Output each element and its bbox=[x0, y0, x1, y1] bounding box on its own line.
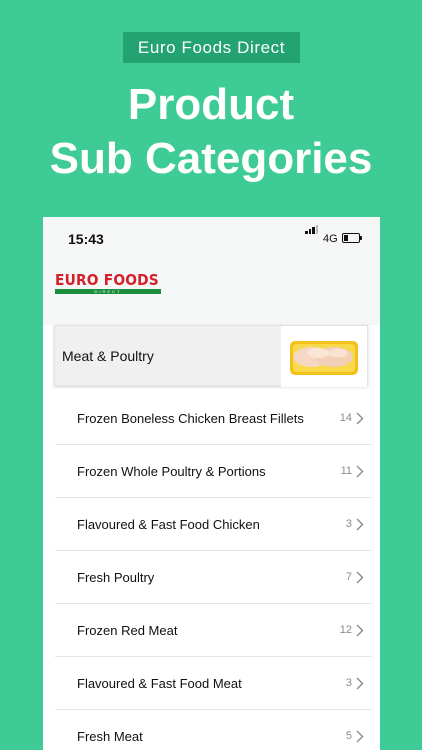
subcategory-list: Frozen Boneless Chicken Breast Fillets 14… bbox=[55, 392, 372, 750]
headline-line-1: Product bbox=[127, 80, 295, 129]
battery-icon bbox=[342, 233, 362, 243]
subcategory-row[interactable]: Flavoured & Fast Food Chicken 3 bbox=[55, 498, 372, 551]
subcategory-count: 14 bbox=[339, 412, 352, 424]
status-time: 15:43 bbox=[68, 231, 104, 247]
chevron-right-icon bbox=[356, 677, 364, 690]
chevron-right-icon bbox=[356, 518, 364, 531]
category-title: Meat & Poultry bbox=[62, 348, 154, 364]
subcategory-row[interactable]: Flavoured & Fast Food Meat 3 bbox=[55, 657, 372, 710]
subcategory-count: 3 bbox=[345, 518, 352, 530]
subcategory-row[interactable]: Fresh Poultry 7 bbox=[55, 551, 372, 604]
subcategory-row[interactable]: Frozen Boneless Chicken Breast Fillets 14 bbox=[55, 392, 372, 445]
subcategory-label: Frozen Whole Poultry & Portions bbox=[77, 464, 266, 479]
subcategory-label: Fresh Meat bbox=[77, 729, 143, 744]
brand-badge: Euro Foods Direct bbox=[123, 32, 300, 63]
chevron-right-icon bbox=[356, 730, 364, 743]
subcategory-label: Fresh Poultry bbox=[77, 570, 155, 585]
subcategory-label: Flavoured & Fast Food Chicken bbox=[77, 517, 260, 532]
subcategory-label: Frozen Boneless Chicken Breast Fillets bbox=[77, 411, 304, 426]
subcategory-row[interactable]: Fresh Meat 5 bbox=[55, 710, 372, 750]
subcategory-count: 7 bbox=[345, 571, 352, 583]
chevron-right-icon bbox=[356, 412, 364, 425]
chicken-tray-image bbox=[281, 326, 367, 387]
status-bar: 15:43 4G bbox=[43, 217, 380, 259]
euro-foods-logo[interactable]: EURO FOODS DIRECT bbox=[55, 271, 161, 294]
subcategory-count: 5 bbox=[345, 730, 352, 742]
chevron-right-icon bbox=[356, 571, 364, 584]
logo-wordmark: EURO FOODS bbox=[55, 271, 159, 289]
subcategory-count: 12 bbox=[339, 624, 352, 636]
subcategory-label: Frozen Red Meat bbox=[77, 623, 178, 638]
headline-line-2: Sub Categories bbox=[49, 134, 373, 183]
phone-screen: 15:43 4G EURO FOODS DIRECT Meat & Poultr… bbox=[43, 217, 380, 750]
subcategory-row[interactable]: Frozen Whole Poultry & Portions 11 bbox=[55, 445, 372, 498]
subcategory-row[interactable]: Frozen Red Meat 12 bbox=[55, 604, 372, 657]
subcategory-count: 3 bbox=[345, 677, 352, 689]
network-label: 4G bbox=[323, 233, 338, 245]
logo-tagline: DIRECT bbox=[55, 289, 161, 294]
subcategory-count: 11 bbox=[340, 465, 352, 477]
chevron-right-icon bbox=[356, 624, 364, 637]
app-header: EURO FOODS DIRECT bbox=[43, 259, 380, 325]
chevron-right-icon bbox=[356, 465, 364, 478]
category-header-card[interactable]: Meat & Poultry bbox=[54, 325, 368, 387]
subcategory-label: Flavoured & Fast Food Meat bbox=[77, 676, 242, 691]
